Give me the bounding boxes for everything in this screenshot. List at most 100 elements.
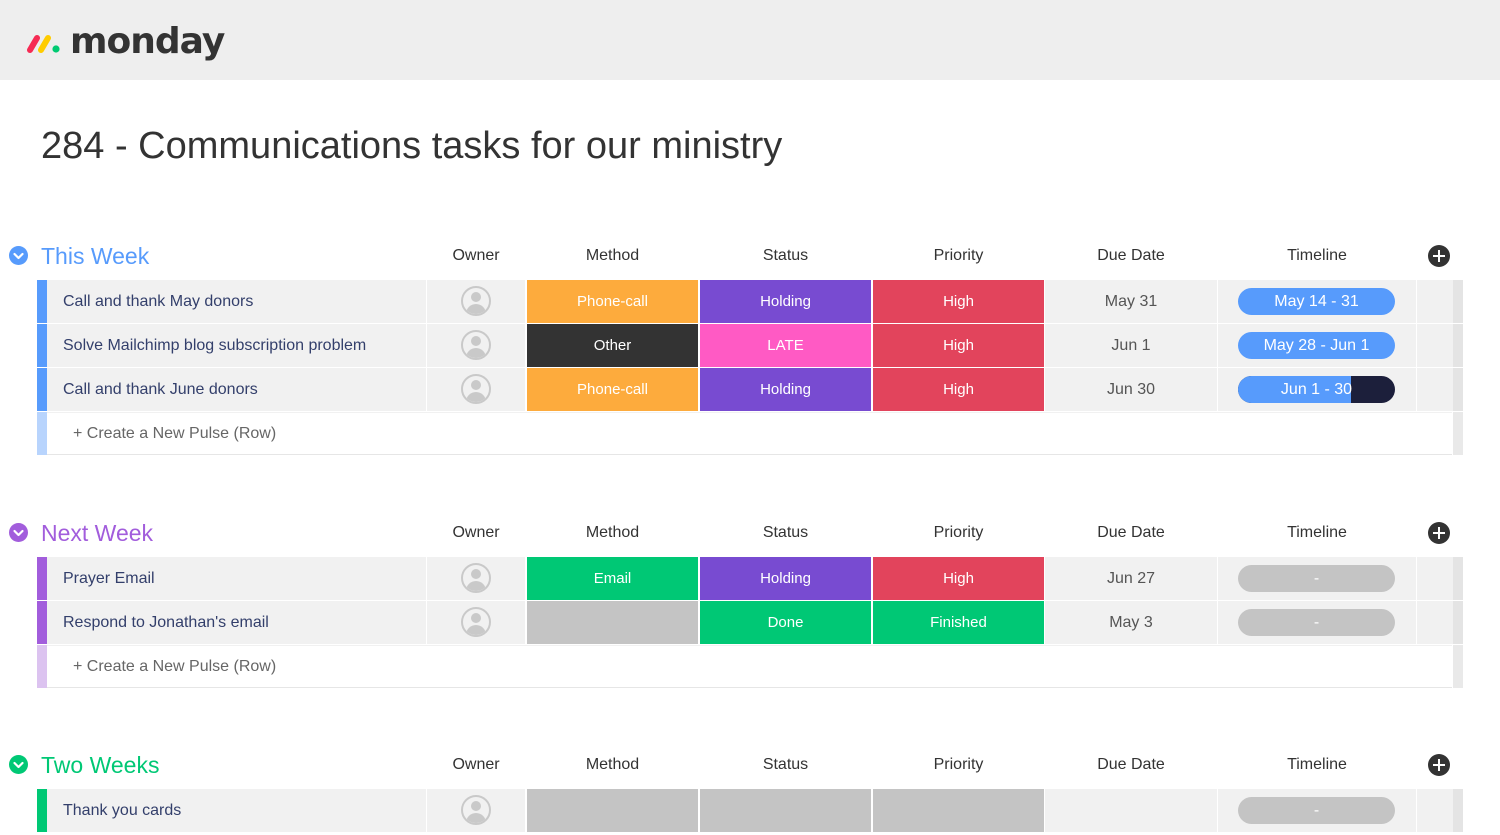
- column-header-due-date[interactable]: Due Date: [1045, 523, 1217, 543]
- scrollbar[interactable]: [1453, 368, 1463, 411]
- group-title[interactable]: This Week: [41, 242, 149, 270]
- priority-label[interactable]: High: [873, 324, 1044, 367]
- scrollbar[interactable]: [1453, 324, 1463, 367]
- add-column-plus-icon[interactable]: [1428, 522, 1450, 544]
- due-date[interactable]: May 31: [1045, 280, 1217, 323]
- owner-avatar-icon[interactable]: [461, 330, 491, 360]
- owner-avatar-icon[interactable]: [461, 795, 491, 825]
- group-next-week: Next Week Owner Method Status Priority D…: [0, 511, 1500, 689]
- scrollbar[interactable]: [1453, 789, 1463, 832]
- timeline-pill[interactable]: -: [1238, 797, 1395, 824]
- scrollbar[interactable]: [1453, 601, 1463, 644]
- group-this-week: This Week Owner Method Status Priority D…: [0, 234, 1500, 456]
- row-name[interactable]: Respond to Jonathan's email: [63, 613, 269, 633]
- column-header-due-date[interactable]: Due Date: [1045, 755, 1217, 775]
- page-title[interactable]: 284 - Communications tasks for our minis…: [41, 122, 782, 170]
- row-color-bar: [37, 789, 47, 832]
- priority-label[interactable]: High: [873, 280, 1044, 323]
- status-label[interactable]: Holding: [700, 368, 871, 411]
- row-color-bar: [37, 645, 47, 688]
- column-header-timeline[interactable]: Timeline: [1218, 755, 1416, 775]
- owner-avatar-icon[interactable]: [461, 607, 491, 637]
- method-label[interactable]: Phone-call: [527, 280, 698, 323]
- table-row[interactable]: Thank you cards -: [0, 789, 1500, 833]
- row-name[interactable]: Solve Mailchimp blog subscription proble…: [63, 336, 366, 356]
- group-collapse-chevron-icon[interactable]: [9, 755, 28, 774]
- add-column-plus-icon[interactable]: [1428, 754, 1450, 776]
- owner-avatar-icon[interactable]: [461, 563, 491, 593]
- status-label[interactable]: LATE: [700, 324, 871, 367]
- method-label[interactable]: Phone-call: [527, 368, 698, 411]
- priority-label[interactable]: Finished: [873, 601, 1044, 644]
- priority-label[interactable]: High: [873, 368, 1044, 411]
- column-header-owner[interactable]: Owner: [427, 523, 525, 543]
- owner-avatar-icon[interactable]: [461, 374, 491, 404]
- group-collapse-chevron-icon[interactable]: [9, 523, 28, 542]
- scrollbar[interactable]: [1453, 557, 1463, 600]
- column-header-method[interactable]: Method: [527, 246, 698, 266]
- table-row[interactable]: Prayer Email Email Holding High Jun 27 -: [0, 557, 1500, 601]
- column-header-timeline[interactable]: Timeline: [1218, 246, 1416, 266]
- group-header: Two Weeks Owner Method Status Priority D…: [0, 743, 1500, 787]
- column-header-method[interactable]: Method: [527, 523, 698, 543]
- timeline-pill[interactable]: -: [1238, 565, 1395, 592]
- row-color-bar: [37, 412, 47, 455]
- create-new-pulse-input[interactable]: + Create a New Pulse (Row): [73, 657, 276, 677]
- due-date[interactable]: Jun 27: [1045, 557, 1217, 600]
- status-label[interactable]: Done: [700, 601, 871, 644]
- status-label[interactable]: [700, 789, 871, 832]
- column-header-timeline[interactable]: Timeline: [1218, 523, 1416, 543]
- column-header-method[interactable]: Method: [527, 755, 698, 775]
- row-color-bar: [37, 557, 47, 600]
- timeline-pill[interactable]: May 14 - 31: [1238, 288, 1395, 315]
- column-header-priority[interactable]: Priority: [873, 523, 1044, 543]
- group-header: This Week Owner Method Status Priority D…: [0, 234, 1500, 278]
- monday-logo[interactable]: monday: [26, 20, 225, 64]
- due-date[interactable]: May 3: [1045, 601, 1217, 644]
- priority-label[interactable]: [873, 789, 1044, 832]
- timeline-pill[interactable]: -: [1238, 609, 1395, 636]
- due-date[interactable]: Jun 30: [1045, 368, 1217, 411]
- owner-avatar-icon[interactable]: [461, 286, 491, 316]
- method-label[interactable]: Other: [527, 324, 698, 367]
- group-title[interactable]: Next Week: [41, 519, 153, 547]
- scrollbar[interactable]: [1453, 280, 1463, 323]
- column-header-priority[interactable]: Priority: [873, 246, 1044, 266]
- table-row[interactable]: Call and thank June donors Phone-call Ho…: [0, 368, 1500, 412]
- row-name[interactable]: Call and thank May donors: [63, 292, 253, 312]
- scrollbar[interactable]: [1453, 412, 1463, 455]
- column-header-owner[interactable]: Owner: [427, 755, 525, 775]
- due-date[interactable]: [1045, 789, 1217, 832]
- table-row[interactable]: Solve Mailchimp blog subscription proble…: [0, 324, 1500, 368]
- table-row[interactable]: Respond to Jonathan's email Done Finishe…: [0, 601, 1500, 645]
- status-label[interactable]: Holding: [700, 557, 871, 600]
- row-name[interactable]: Call and thank June donors: [63, 380, 258, 400]
- method-label[interactable]: [527, 601, 698, 644]
- status-label[interactable]: Holding: [700, 280, 871, 323]
- method-label[interactable]: Email: [527, 557, 698, 600]
- timeline-pill[interactable]: May 28 - Jun 1: [1238, 332, 1395, 359]
- create-new-pulse-row[interactable]: + Create a New Pulse (Row): [0, 412, 1500, 456]
- row-name[interactable]: Thank you cards: [63, 801, 181, 821]
- due-date[interactable]: Jun 1: [1045, 324, 1217, 367]
- column-header-status[interactable]: Status: [700, 246, 871, 266]
- create-new-pulse-input[interactable]: + Create a New Pulse (Row): [73, 424, 276, 444]
- table-row[interactable]: Call and thank May donors Phone-call Hol…: [0, 280, 1500, 324]
- row-color-bar: [37, 601, 47, 644]
- column-header-priority[interactable]: Priority: [873, 755, 1044, 775]
- timeline-pill[interactable]: Jun 1 - 30: [1238, 376, 1395, 403]
- scrollbar[interactable]: [1453, 645, 1463, 688]
- group-collapse-chevron-icon[interactable]: [9, 246, 28, 265]
- group-title[interactable]: Two Weeks: [41, 751, 159, 779]
- create-new-pulse-row[interactable]: + Create a New Pulse (Row): [0, 645, 1500, 689]
- top-bar: monday: [0, 0, 1500, 80]
- column-header-due-date[interactable]: Due Date: [1045, 246, 1217, 266]
- priority-label[interactable]: High: [873, 557, 1044, 600]
- row-name[interactable]: Prayer Email: [63, 569, 155, 589]
- add-column-plus-icon[interactable]: [1428, 245, 1450, 267]
- group-header: Next Week Owner Method Status Priority D…: [0, 511, 1500, 555]
- method-label[interactable]: [527, 789, 698, 832]
- column-header-status[interactable]: Status: [700, 523, 871, 543]
- column-header-owner[interactable]: Owner: [427, 246, 525, 266]
- column-header-status[interactable]: Status: [700, 755, 871, 775]
